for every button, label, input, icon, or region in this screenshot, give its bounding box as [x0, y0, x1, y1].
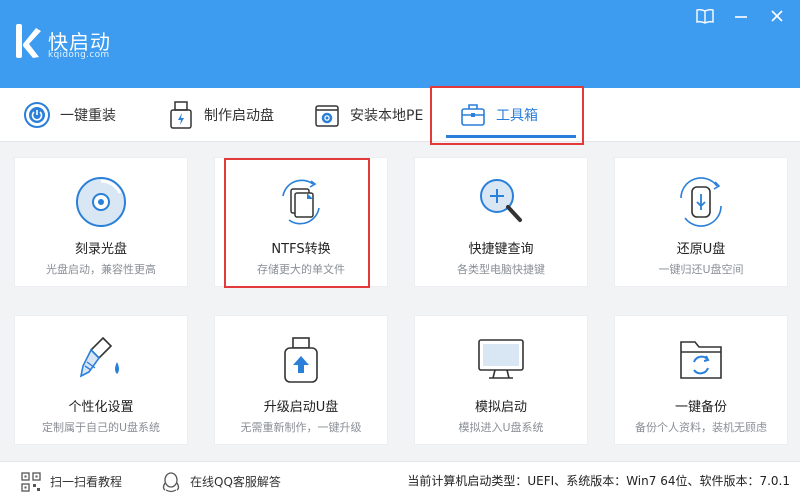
- tool-subtitle: 定制属于自己的U盘系统: [41, 421, 161, 434]
- tool-subtitle: 光盘启动，兼容性更高: [46, 263, 156, 276]
- usb-upgrade-icon: [215, 330, 387, 390]
- tool-card-personalize[interactable]: 个性化设置 定制属于自己的U盘系统: [14, 315, 188, 445]
- tool-card-simulate-boot[interactable]: 模拟启动 模拟进入U盘系统: [414, 315, 588, 445]
- tab-toolbox[interactable]: 工具箱: [458, 88, 538, 142]
- tool-subtitle: 各类型电脑快捷键: [457, 263, 545, 276]
- tab-label: 制作启动盘: [204, 108, 274, 124]
- tab-label: 安装本地PE: [350, 108, 424, 124]
- tool-title: 个性化设置: [68, 400, 134, 415]
- qq-support-label: 在线QQ客服解答: [190, 475, 281, 489]
- close-icon[interactable]: [766, 6, 788, 26]
- tool-card-restore-usb[interactable]: 还原U盘 一键归还U盘空间: [614, 157, 788, 287]
- qq-penguin-icon: [160, 471, 182, 493]
- qr-tutorial-label: 扫一扫看教程: [50, 475, 123, 489]
- tool-title: 一键备份: [674, 400, 727, 415]
- tab-make-boot-disk[interactable]: 制作启动盘: [166, 88, 274, 142]
- tool-title: 还原U盘: [676, 242, 726, 257]
- tool-subtitle: 备份个人资料，装机无顾虑: [635, 421, 767, 434]
- tool-card-one-click-backup[interactable]: 一键备份 备份个人资料，装机无顾虑: [614, 315, 788, 445]
- qr-tutorial-link[interactable]: 扫一扫看教程: [20, 462, 122, 500]
- monitor-icon: [415, 330, 587, 390]
- qq-support-link[interactable]: 在线QQ客服解答: [160, 462, 281, 500]
- logo-k-icon: [14, 22, 42, 60]
- tool-card-ntfs-convert[interactable]: NTFS转换 存储更大的单文件: [214, 157, 388, 287]
- tab-one-click-reinstall[interactable]: 一键重装: [22, 88, 116, 142]
- tool-card-burn-disc[interactable]: 刻录光盘 光盘启动，兼容性更高: [14, 157, 188, 287]
- tab-label: 工具箱: [496, 108, 538, 124]
- main-tabbar: 一键重装 制作启动盘 安装本地PE 工具箱: [0, 88, 800, 142]
- tool-subtitle: 模拟进入U盘系统: [458, 421, 544, 434]
- tool-subtitle: 无需重新制作，一键升级: [240, 421, 362, 434]
- qr-code-icon: [20, 471, 42, 493]
- folder-backup-icon: [615, 330, 787, 390]
- app-header: 快启动 kqidong.com: [0, 0, 800, 88]
- magnifier-icon: [415, 172, 587, 232]
- tab-install-local-pe[interactable]: 安装本地PE: [312, 88, 423, 142]
- tool-card-shortcut-lookup[interactable]: 快捷键查询 各类型电脑快捷键: [414, 157, 588, 287]
- manual-book-icon[interactable]: [694, 6, 716, 26]
- minimize-icon[interactable]: [730, 6, 752, 26]
- tool-title: 快捷键查询: [468, 242, 534, 257]
- tool-card-upgrade-usb[interactable]: 升级启动U盘 无需重新制作，一键升级: [214, 315, 388, 445]
- tool-title: 升级启动U盘: [263, 400, 339, 415]
- tool-subtitle: 一键归还U盘空间: [658, 263, 744, 276]
- tool-title: 刻录光盘: [74, 242, 127, 257]
- paint-brush-icon: [15, 330, 187, 390]
- tool-subtitle: 存储更大的单文件: [257, 263, 345, 276]
- system-status-text: 当前计算机启动类型：UEFI、系统版本：Win7 64位、软件版本：7.0.1: [407, 474, 790, 488]
- toolbox-icon: [458, 100, 488, 130]
- gear-box-icon: [312, 100, 342, 130]
- tool-title: NTFS转换: [271, 242, 331, 257]
- usb-drive-icon: [166, 100, 196, 130]
- tool-title: 模拟启动: [474, 400, 527, 415]
- tab-label: 一键重装: [60, 108, 116, 124]
- active-tab-indicator: [446, 135, 576, 138]
- status-footer: 扫一扫看教程 在线QQ客服解答 当前计算机启动类型：UEFI、系统版本：Win7…: [0, 461, 800, 500]
- disc-icon: [15, 172, 187, 232]
- app-url: kqidong.com: [48, 50, 110, 60]
- usb-restore-icon: [615, 172, 787, 232]
- power-icon: [22, 100, 52, 130]
- file-convert-icon: [215, 172, 387, 232]
